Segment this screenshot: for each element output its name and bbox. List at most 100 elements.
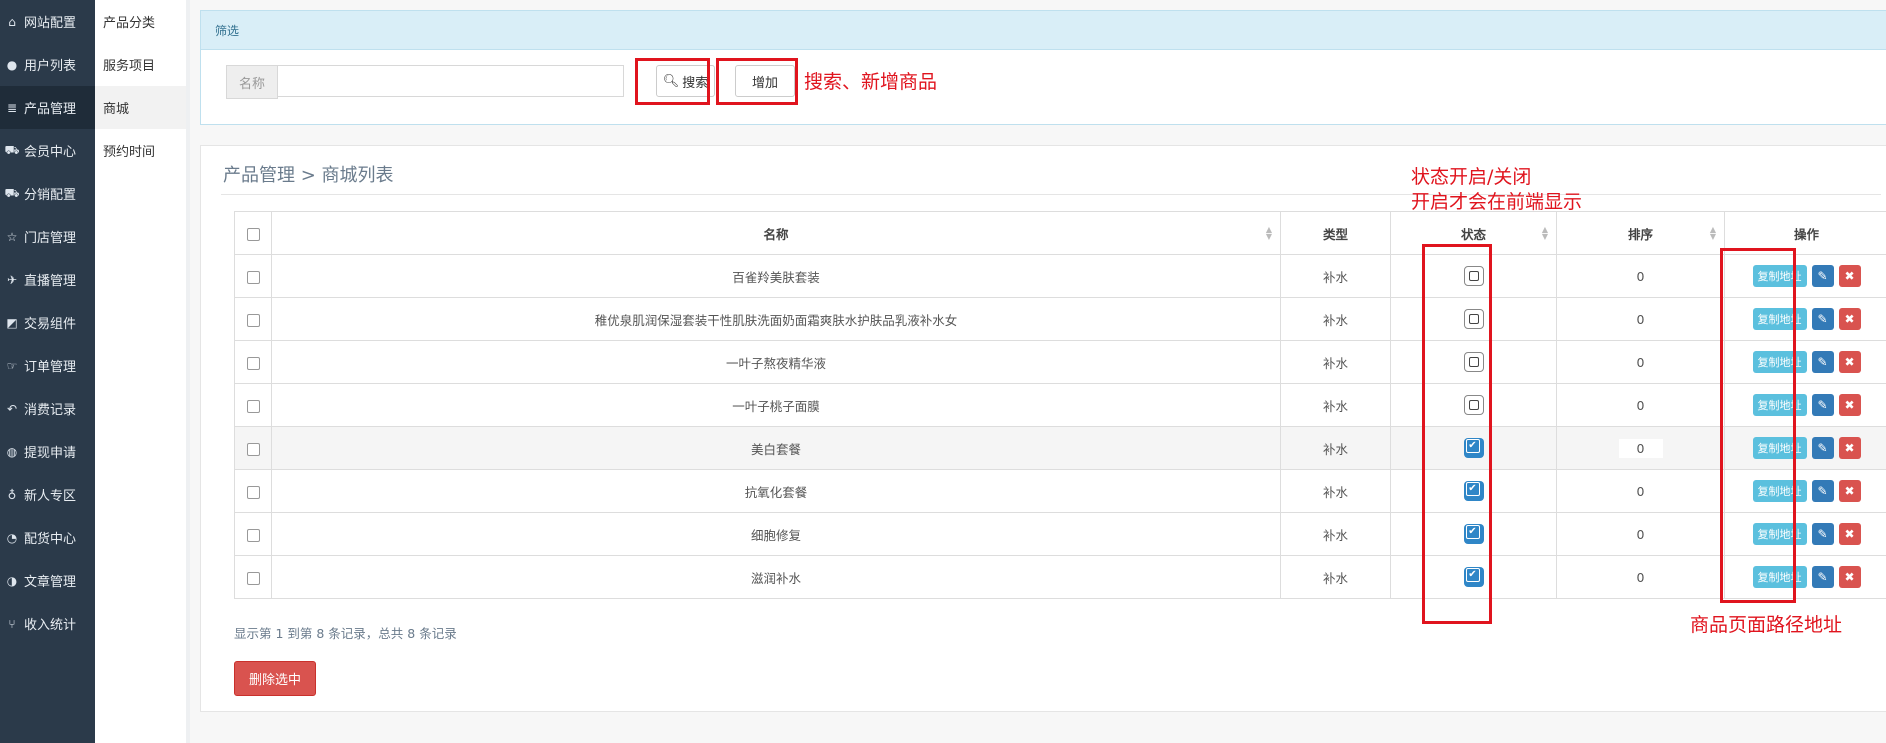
annotation-status-line2: 开启才会在前端显示 [1411, 191, 1583, 213]
status-header[interactable]: 状态 ▲ ▼ [1390, 211, 1557, 255]
sidebar-item-label: 产品管理 [24, 102, 77, 117]
delete-icon[interactable]: ✖ [1838, 265, 1861, 287]
sidebar-item[interactable]: ✈ 直播管理 [0, 258, 95, 301]
sort-value[interactable]: 0 [1618, 524, 1663, 544]
sort-value[interactable]: 0 [1618, 395, 1663, 415]
edit-icon[interactable]: ✎ [1811, 351, 1834, 373]
edit-icon[interactable]: ✎ [1811, 566, 1834, 588]
product-type: 补水 [1280, 512, 1391, 556]
sidebar-item-label: 收入统计 [24, 618, 77, 633]
delete-icon[interactable]: ✖ [1838, 523, 1861, 545]
table-row: 细胞修复补水 0 复制地址✎✖ [234, 512, 1886, 556]
status-toggle[interactable] [1463, 352, 1484, 372]
edit-icon[interactable]: ✎ [1811, 480, 1834, 502]
copy-address-button[interactable]: 复制地址 [1752, 308, 1807, 330]
subnav-item[interactable]: 服务项目 [95, 43, 186, 86]
sidebar-item-label: 门店管理 [24, 231, 77, 246]
search-icon: 🔍︎ [662, 73, 680, 89]
row-select-cell [234, 426, 272, 470]
sidebar-item[interactable]: ◔ 配货中心 [0, 516, 95, 559]
edit-icon[interactable]: ✎ [1811, 437, 1834, 459]
edit-icon[interactable]: ✎ [1811, 394, 1834, 416]
sidebar-item[interactable]: ⛟ 分销配置 [0, 172, 95, 215]
sidebar-item[interactable]: ⛟ 会员中心 [0, 129, 95, 172]
sidebar-item[interactable]: ↶ 消费记录 [0, 387, 95, 430]
delete-selected-button[interactable]: 删除选中 [234, 661, 316, 696]
sort-value[interactable]: 0 [1618, 438, 1663, 458]
row-checkbox[interactable] [246, 270, 260, 284]
sort-value[interactable]: 0 [1618, 309, 1663, 329]
row-checkbox[interactable] [246, 571, 260, 585]
delete-icon[interactable]: ✖ [1838, 351, 1861, 373]
row-checkbox[interactable] [246, 528, 260, 542]
delete-icon[interactable]: ✖ [1838, 308, 1861, 330]
sidebar-item[interactable]: ● 用户列表 [0, 43, 95, 86]
status-toggle[interactable] [1463, 395, 1484, 415]
product-type: 补水 [1280, 555, 1391, 599]
sidebar-item-label: 用户列表 [24, 59, 77, 74]
status-toggle[interactable] [1463, 438, 1484, 458]
row-checkbox[interactable] [246, 399, 260, 413]
subnav-item[interactable]: 预约时间 [95, 129, 186, 172]
main-content: 筛选 名称 🔍︎ 搜索 增加 产品管理 > 商城列表 名称 ▲ ▼ 类型 状态 ▲ ▼ … [190, 0, 1886, 743]
status-toggle[interactable] [1463, 567, 1484, 587]
copy-address-button[interactable]: 复制地址 [1752, 480, 1807, 502]
code-fork-icon: ⑂ [8, 616, 16, 631]
edit-icon[interactable]: ✎ [1811, 265, 1834, 287]
select-all-header [234, 211, 272, 255]
search-button[interactable]: 🔍︎ 搜索 [656, 65, 715, 97]
sort-header[interactable]: 排序 ▲ ▼ [1556, 211, 1725, 255]
ops-cell: 复制地址 ✎ ✖ [1724, 426, 1886, 470]
row-checkbox[interactable] [246, 485, 260, 499]
row-checkbox[interactable] [246, 313, 260, 327]
sidebar-item[interactable]: ⑂ 收入统计 [0, 602, 95, 645]
name-header-label: 名称 [763, 226, 789, 242]
edit-icon[interactable]: ✎ [1811, 523, 1834, 545]
table-row: 一叶子桃子面膜 补水 0 复制地址 ✎ ✖ [234, 383, 1886, 427]
sidebar-item[interactable]: ☆ 门店管理 [0, 215, 95, 258]
edit-icon[interactable]: ✎ [1811, 308, 1834, 330]
delete-icon[interactable]: ✖ [1838, 480, 1861, 502]
sort-cell: 0 [1556, 512, 1725, 556]
copy-address-button[interactable]: 复制地址 [1752, 265, 1807, 287]
delete-icon[interactable]: ✖ [1838, 394, 1861, 416]
sidebar-item[interactable]: ≣ 产品管理 [0, 86, 95, 129]
copy-address-button[interactable]: 复制地址 [1752, 523, 1807, 545]
subnav-item[interactable]: 产品分类 [95, 0, 186, 43]
status-toggle[interactable] [1463, 266, 1484, 286]
copy-address-button[interactable]: 复制地址 [1752, 394, 1807, 416]
delete-icon[interactable]: ✖ [1838, 437, 1861, 459]
copy-address-button[interactable]: 复制地址 [1752, 566, 1807, 588]
subnav-item[interactable]: 商城 [95, 86, 186, 129]
copy-address-button[interactable]: 复制地址 [1752, 351, 1807, 373]
sort-value[interactable]: 0 [1618, 352, 1663, 372]
sidebar-item-label: 订单管理 [24, 360, 77, 375]
sidebar-item[interactable]: ☞ 订单管理 [0, 344, 95, 387]
delete-icon[interactable]: ✖ [1838, 566, 1861, 588]
status-toggle[interactable] [1463, 309, 1484, 329]
sort-value[interactable]: 0 [1618, 481, 1663, 501]
list-panel: 产品管理 > 商城列表 名称 ▲ ▼ 类型 状态 ▲ ▼ 排序 ▲ ▼ 操作 百雀羚美肤套装… [200, 145, 1886, 712]
table-row: 美白套餐补水 0 复制地址✎✖ [234, 426, 1886, 470]
status-toggle[interactable] [1463, 524, 1484, 544]
name-input[interactable] [278, 65, 624, 97]
table-row: 一叶子熬夜精华液 补水 0 复制地址 ✎ ✖ [234, 340, 1886, 384]
name-header[interactable]: 名称 ▲ ▼ [271, 211, 1281, 255]
copy-address-button[interactable]: 复制地址 [1752, 437, 1807, 459]
product-name: 一叶子熬夜精华液 [271, 340, 1281, 384]
status-toggle[interactable] [1463, 481, 1484, 501]
select-all-checkbox[interactable] [246, 227, 260, 241]
add-button[interactable]: 增加 [735, 65, 795, 97]
divider [221, 194, 1881, 195]
ops-cell: 复制地址 ✎ ✖ [1724, 555, 1886, 599]
sidebar-item[interactable]: ◑ 文章管理 [0, 559, 95, 602]
sidebar-item[interactable]: ♁ 新人专区 [0, 473, 95, 516]
sort-value[interactable]: 0 [1618, 266, 1663, 286]
row-checkbox[interactable] [246, 356, 260, 370]
sort-value[interactable]: 0 [1618, 567, 1663, 587]
product-name: 一叶子桃子面膜 [271, 383, 1281, 427]
sidebar-item[interactable]: ◩ 交易组件 [0, 301, 95, 344]
sidebar-item[interactable]: ◍ 提现申请 [0, 430, 95, 473]
row-checkbox[interactable] [246, 442, 260, 456]
sidebar-item[interactable]: ⌂ 网站配置 [0, 0, 95, 43]
